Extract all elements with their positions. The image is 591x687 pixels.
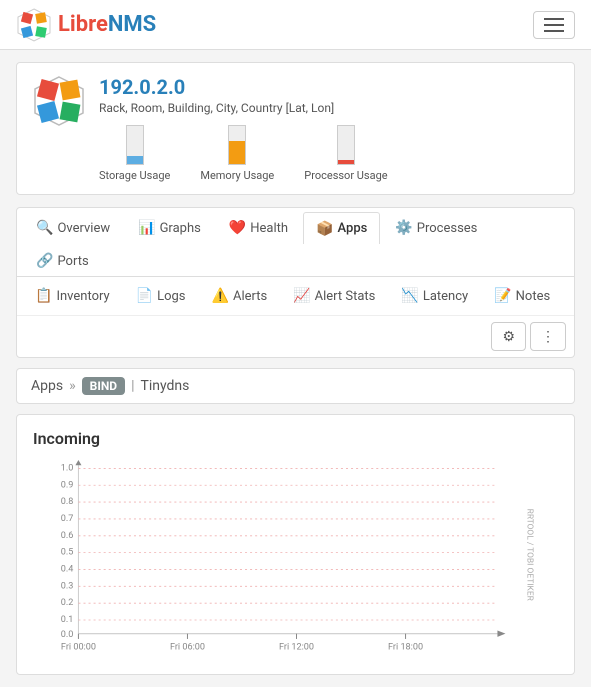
- tab-graphs-label: Graphs: [160, 221, 201, 236]
- more-icon: ⋮: [541, 328, 555, 344]
- more-options-button[interactable]: ⋮: [530, 322, 566, 351]
- chart-svg: 1.0 0.9 0.8 0.7 0.6 0.5 0.4 0.3 0.2 0.1 …: [33, 460, 558, 660]
- device-logo-icon: [33, 75, 85, 127]
- tab-overview-label: Overview: [57, 221, 110, 236]
- device-location: Rack, Room, Building, City, Country [Lat…: [99, 101, 558, 115]
- svg-text:0.1: 0.1: [61, 614, 74, 625]
- svg-text:0.2: 0.2: [61, 597, 74, 608]
- hamburger-line3: [544, 30, 564, 32]
- breadcrumb-apps-link[interactable]: Apps: [31, 378, 63, 394]
- svg-text:Fri 12:00: Fri 12:00: [279, 641, 314, 652]
- nav-tabs-row2: 📋 Inventory 📄 Logs ⚠️ Alerts 📈 Alert Sta…: [17, 277, 574, 315]
- tab-apps-label: Apps: [338, 221, 368, 236]
- chart-title: Incoming: [33, 429, 558, 448]
- tab-inventory-label: Inventory: [56, 289, 109, 304]
- processor-bar: [337, 125, 355, 165]
- device-card: 192.0.2.0 Rack, Room, Building, City, Co…: [16, 62, 575, 195]
- svg-text:0.8: 0.8: [61, 496, 74, 507]
- usage-bars: Storage Usage Memory Usage Processor Usa…: [99, 125, 558, 182]
- nav-tabs-row1: 🔍 Overview 📊 Graphs ❤️ Health 📦 Apps ⚙️ …: [17, 208, 574, 277]
- alerts-icon: ⚠️: [212, 288, 229, 304]
- tab-processes[interactable]: ⚙️ Processes: [382, 212, 490, 243]
- graphs-icon: 📊: [138, 220, 155, 236]
- tab-alert-stats[interactable]: 📈 Alert Stats: [281, 281, 387, 311]
- svg-text:Fri 06:00: Fri 06:00: [170, 641, 205, 652]
- tab-notes[interactable]: 📝 Notes: [482, 281, 562, 311]
- tab-health-label: Health: [250, 221, 288, 236]
- tab-inventory[interactable]: 📋 Inventory: [23, 281, 122, 311]
- tab-processes-label: Processes: [417, 221, 478, 236]
- logo-icon: [16, 7, 52, 43]
- tab-ports[interactable]: 🔗 Ports: [23, 245, 102, 276]
- svg-text:0.6: 0.6: [61, 530, 74, 541]
- latency-icon: 📉: [401, 288, 418, 304]
- memory-bar-fill: [229, 141, 245, 164]
- ports-icon: 🔗: [36, 253, 53, 269]
- tab-latency[interactable]: 📉 Latency: [389, 281, 480, 311]
- overview-icon: 🔍: [36, 220, 53, 236]
- tab-latency-label: Latency: [423, 289, 468, 304]
- device-ip-link[interactable]: 192.0.2.0: [99, 75, 185, 99]
- notes-icon: 📝: [494, 288, 511, 304]
- chart-panel: Incoming 1.0 0.9 0.8 0.7 0.6 0.5 0.4 0.3…: [16, 414, 575, 675]
- svg-text:0.4: 0.4: [61, 563, 74, 574]
- storage-bar: [126, 125, 144, 165]
- alert-stats-icon: 📈: [293, 288, 310, 304]
- svg-text:RRTOOL / TOBI OETIKER: RRTOOL / TOBI OETIKER: [525, 509, 535, 601]
- svg-text:0.5: 0.5: [61, 547, 74, 558]
- breadcrumb-chevron: »: [69, 378, 76, 394]
- processor-bar-fill: [338, 160, 354, 164]
- storage-usage-label: Storage Usage: [99, 169, 170, 182]
- storage-usage-item: Storage Usage: [99, 125, 170, 182]
- brand-text: LibreNMS: [58, 12, 156, 37]
- processes-icon: ⚙️: [395, 220, 412, 236]
- inventory-icon: 📋: [35, 288, 52, 304]
- tab-overview[interactable]: 🔍 Overview: [23, 212, 123, 243]
- processor-usage-item: Processor Usage: [304, 125, 387, 182]
- nav-tabs: 🔍 Overview 📊 Graphs ❤️ Health 📦 Apps ⚙️ …: [16, 207, 575, 358]
- breadcrumb-tinydns-link[interactable]: Tinydns: [141, 378, 190, 394]
- tab-alert-stats-label: Alert Stats: [315, 289, 376, 304]
- device-info: 192.0.2.0 Rack, Room, Building, City, Co…: [99, 75, 558, 182]
- svg-text:0.9: 0.9: [61, 479, 74, 490]
- tab-notes-label: Notes: [516, 289, 551, 304]
- brand: LibreNMS: [16, 7, 156, 43]
- logs-icon: 📄: [136, 288, 153, 304]
- memory-usage-item: Memory Usage: [200, 125, 274, 182]
- breadcrumb-separator: |: [131, 378, 134, 394]
- tab-graphs[interactable]: 📊 Graphs: [125, 212, 214, 243]
- action-row: ⚙ ⋮: [17, 315, 574, 357]
- navbar: LibreNMS: [0, 0, 591, 50]
- processor-usage-label: Processor Usage: [304, 169, 387, 182]
- hamburger-line1: [544, 18, 564, 20]
- breadcrumb: Apps » BIND | Tinydns: [16, 368, 575, 404]
- main-content: 192.0.2.0 Rack, Room, Building, City, Co…: [0, 50, 591, 687]
- tab-ports-label: Ports: [57, 254, 88, 269]
- hamburger-line2: [544, 24, 564, 26]
- svg-text:1.0: 1.0: [61, 462, 74, 473]
- svg-text:0.3: 0.3: [61, 580, 74, 591]
- chart-area: 1.0 0.9 0.8 0.7 0.6 0.5 0.4 0.3 0.2 0.1 …: [33, 460, 558, 660]
- svg-text:0.0: 0.0: [61, 629, 74, 640]
- apps-icon: 📦: [316, 221, 333, 237]
- memory-usage-label: Memory Usage: [200, 169, 274, 182]
- settings-icon: ⚙: [502, 328, 515, 344]
- tab-apps[interactable]: 📦 Apps: [303, 212, 380, 244]
- tab-health[interactable]: ❤️ Health: [216, 212, 301, 243]
- svg-text:Fri 00:00: Fri 00:00: [61, 641, 96, 652]
- svg-text:Fri 18:00: Fri 18:00: [388, 641, 423, 652]
- memory-bar: [228, 125, 246, 165]
- tab-alerts[interactable]: ⚠️ Alerts: [200, 281, 280, 311]
- tab-alerts-label: Alerts: [233, 289, 267, 304]
- svg-text:0.7: 0.7: [61, 513, 74, 524]
- health-icon: ❤️: [229, 220, 246, 236]
- navbar-toggle-button[interactable]: [533, 11, 575, 39]
- storage-bar-fill: [127, 156, 143, 164]
- tab-logs[interactable]: 📄 Logs: [124, 281, 198, 311]
- breadcrumb-bind-badge[interactable]: BIND: [82, 377, 125, 395]
- settings-button[interactable]: ⚙: [491, 322, 526, 351]
- tab-logs-label: Logs: [157, 289, 185, 304]
